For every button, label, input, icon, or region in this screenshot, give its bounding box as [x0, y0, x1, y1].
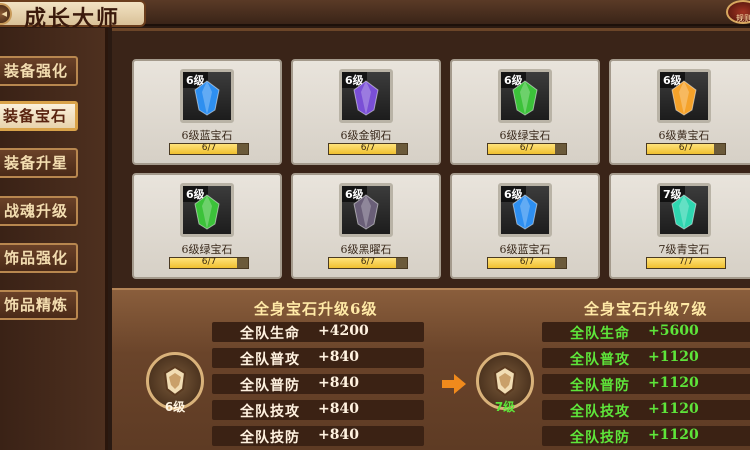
stat-value: +1120 — [648, 427, 699, 443]
gem-progress-bar: 6/7 — [328, 257, 408, 269]
stat-name: 全队技防 — [240, 430, 300, 446]
blue-gem-icon — [512, 194, 538, 230]
header-bar: ◂ 成长大师 规则 — [0, 0, 750, 32]
back-icon[interactable]: ◂ — [0, 3, 12, 25]
gem-slot: 6级 — [498, 183, 552, 237]
stat-name: 全队生命 — [240, 326, 300, 342]
next-level-title: 全身宝石升级7级 — [584, 300, 708, 318]
gem-slot: 6级 — [339, 69, 393, 123]
stat-value: +840 — [318, 427, 359, 443]
sidebar-item-accessory-refine[interactable]: 饰品精炼 — [0, 290, 78, 320]
title-plate: ◂ 成长大师 — [0, 0, 146, 32]
gem-progress-bar: 6/7 — [169, 257, 249, 269]
next-stat-row: 全队生命 +5600 — [542, 322, 750, 342]
arrow-right-icon — [442, 374, 466, 394]
gem-progress-bar: 6/7 — [169, 143, 249, 155]
current-stat-row: 全队普防 +840 — [212, 374, 424, 394]
gem-slot: 7级 — [657, 183, 711, 237]
gem-name: 6级金钢石 — [340, 129, 392, 142]
gem-progress-text: 6/7 — [678, 143, 694, 153]
stat-name: 全队生命 — [570, 326, 630, 342]
gem-card[interactable]: 6级 6级绿宝石 6/7 — [132, 173, 282, 279]
sidebar-item-soul-upgrade[interactable]: 战魂升级 — [0, 196, 78, 226]
stat-value: +840 — [318, 375, 359, 391]
cyan-gem-icon — [671, 194, 697, 230]
gem-card[interactable]: 6级 6级蓝宝石 6/7 — [132, 59, 282, 165]
gem-card[interactable]: 6级 6级金钢石 6/7 — [291, 59, 441, 165]
current-level-label: 6级 — [164, 400, 186, 414]
gem-progress-bar: 6/7 — [646, 143, 726, 155]
stat-name: 全队技攻 — [570, 404, 630, 420]
upgrade-info-panel: 全身宝石升级6级 全身宝石升级7级 6级 7级 全队生命 +4200 全队普攻 +84… — [112, 288, 750, 450]
gem-progress-text: 6/7 — [519, 143, 535, 153]
gem-slot: 6级 — [180, 69, 234, 123]
gem-slot: 6级 — [657, 69, 711, 123]
gem-card[interactable]: 6级 6级绿宝石 6/7 — [450, 59, 600, 165]
next-stat-row: 全队普攻 +1120 — [542, 348, 750, 368]
gem-progress-text: 6/7 — [360, 257, 376, 267]
stat-name: 全队技防 — [570, 430, 630, 446]
gem-progress-text: 6/7 — [519, 257, 535, 267]
stat-value: +4200 — [318, 323, 369, 339]
gem-name: 6级绿宝石 — [499, 129, 551, 142]
rule-label: 规则 — [736, 14, 750, 23]
gem-name: 6级黄宝石 — [658, 129, 710, 142]
current-stat-row: 全队普攻 +840 — [212, 348, 424, 368]
stat-name: 全队普攻 — [240, 352, 300, 368]
current-stat-row: 全队技防 +840 — [212, 426, 424, 446]
stat-value: +1120 — [648, 349, 699, 365]
gem-progress-bar: 7/7 — [646, 257, 726, 269]
gem-name: 6级黑曜石 — [340, 243, 392, 256]
current-stat-row: 全队生命 +4200 — [212, 322, 424, 342]
gem-progress-bar: 6/7 — [487, 257, 567, 269]
gem-name: 6级蓝宝石 — [499, 243, 551, 256]
sidebar: 装备强化 装备宝石 装备升星 战魂升级 饰品强化 饰品精炼 — [0, 28, 108, 450]
stat-value: +1120 — [648, 375, 699, 391]
gem-slot: 6级 — [498, 69, 552, 123]
gem-card[interactable]: 6级 6级黑曜石 6/7 — [291, 173, 441, 279]
stat-value: +840 — [318, 401, 359, 417]
yellow-gem-icon — [671, 80, 697, 116]
green-gem-icon — [194, 194, 220, 230]
stat-value: +1120 — [648, 401, 699, 417]
blue-gem-icon — [194, 80, 220, 116]
gem-card[interactable]: 6级 6级黄宝石 6/7 — [609, 59, 750, 165]
stat-name: 全队普攻 — [570, 352, 630, 368]
stat-name: 全队普防 — [570, 378, 630, 394]
gem-name: 6级绿宝石 — [181, 243, 233, 256]
gem-progress-text: 7/7 — [678, 257, 694, 267]
current-stat-row: 全队技攻 +840 — [212, 400, 424, 420]
next-stat-row: 全队技防 +1120 — [542, 426, 750, 446]
black-gem-icon — [353, 194, 379, 230]
gem-progress-text: 6/7 — [201, 143, 217, 153]
purple-gem-icon — [353, 80, 379, 116]
gem-grid-panel: 6级 6级蓝宝石 6/7 6级 6级金钢石 6/7 6级 6级绿宝石 6/7 6级 6级黄宝石 6/7… — [112, 28, 750, 290]
gem-progress-text: 6/7 — [201, 257, 217, 267]
next-stat-row: 全队技攻 +1120 — [542, 400, 750, 420]
gem-name: 6级蓝宝石 — [181, 129, 233, 142]
stat-name: 全队普防 — [240, 378, 300, 394]
sidebar-item-equip-gem[interactable]: 装备宝石 — [0, 101, 78, 131]
gem-progress-bar: 6/7 — [487, 143, 567, 155]
stat-name: 全队技攻 — [240, 404, 300, 420]
green-gem-icon — [512, 80, 538, 116]
stat-value: +840 — [318, 349, 359, 365]
gem-card[interactable]: 7级 7级青宝石 7/7 — [609, 173, 750, 279]
next-stat-row: 全队普防 +1120 — [542, 374, 750, 394]
sidebar-item-accessory-enhance[interactable]: 饰品强化 — [0, 243, 78, 273]
next-level-label: 7级 — [494, 400, 516, 414]
gem-slot: 6级 — [180, 183, 234, 237]
gem-name: 7级青宝石 — [658, 243, 710, 256]
gem-card[interactable]: 6级 6级蓝宝石 6/7 — [450, 173, 600, 279]
sidebar-item-equip-enhance[interactable]: 装备强化 — [0, 56, 78, 86]
stat-value: +5600 — [648, 323, 699, 339]
sidebar-item-equip-star[interactable]: 装备升星 — [0, 148, 78, 178]
gem-progress-text: 6/7 — [360, 143, 376, 153]
gem-progress-bar: 6/7 — [328, 143, 408, 155]
current-level-title: 全身宝石升级6级 — [254, 300, 378, 318]
gem-slot: 6级 — [339, 183, 393, 237]
